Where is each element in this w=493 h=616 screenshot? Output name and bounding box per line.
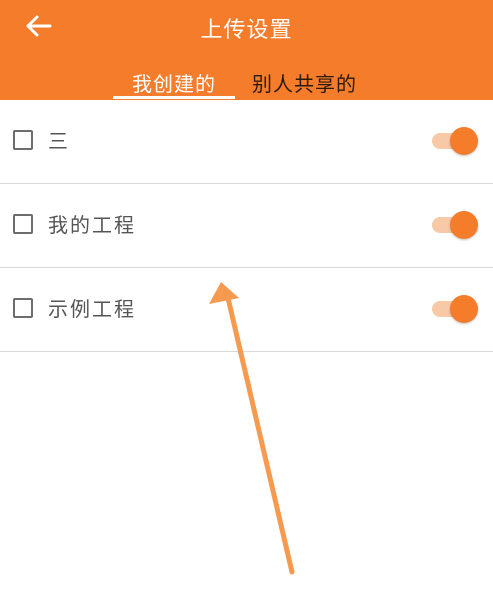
project-row: 示例工程 (0, 268, 493, 352)
project-checkbox[interactable] (13, 298, 33, 318)
project-name: 三 (48, 129, 70, 153)
tab-shared-by-others[interactable]: 别人共享的 (252, 72, 357, 96)
tab-my-created[interactable]: 我创建的 (113, 72, 235, 99)
project-name: 我的工程 (48, 213, 136, 237)
project-row: 三 (0, 100, 493, 184)
toggle-thumb (450, 211, 478, 239)
upload-toggle[interactable] (432, 295, 478, 323)
tab-label: 别人共享的 (252, 72, 357, 96)
project-checkbox[interactable] (13, 130, 33, 150)
page-title: 上传设置 (200, 18, 293, 43)
top-app-bar: 上传设置 我创建的 别人共享的 (0, 0, 493, 100)
project-row: 我的工程 (0, 184, 493, 268)
upload-toggle[interactable] (432, 127, 478, 155)
upload-toggle[interactable] (432, 211, 478, 239)
toggle-thumb (450, 127, 478, 155)
tab-label: 我创建的 (132, 72, 216, 96)
project-name: 示例工程 (48, 297, 136, 321)
active-tab-indicator (113, 96, 235, 99)
toggle-thumb (450, 295, 478, 323)
project-checkbox[interactable] (13, 214, 33, 234)
project-list: 三 我的工程 示例工程 (0, 100, 493, 352)
